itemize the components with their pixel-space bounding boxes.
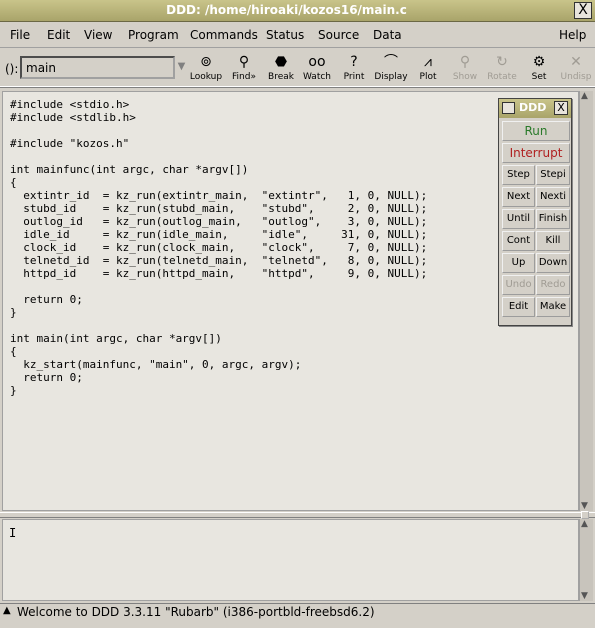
text-cursor: I (9, 526, 17, 540)
menu-view[interactable]: View (84, 28, 112, 42)
undo-button[interactable]: Undo (502, 275, 535, 295)
question-icon: ? (350, 54, 358, 70)
step-button[interactable]: Step (502, 165, 535, 185)
console-scrollbar[interactable]: ▲ ▼ (579, 519, 593, 601)
watch-button[interactable]: oo Watch (298, 52, 336, 84)
up-button[interactable]: Up (502, 253, 535, 273)
menu-status[interactable]: Status (266, 28, 304, 42)
tool-bar: (): main ▼ ⊚ Lookup ⚲ Find» ⬣ Break oo W… (0, 49, 595, 87)
argument-field[interactable]: main (20, 56, 175, 79)
title-bar: DDD: /home/hiroaki/kozos16/main.c X (0, 0, 595, 22)
stop-sign-icon: ⬣ (274, 54, 288, 70)
menu-edit[interactable]: Edit (47, 28, 70, 42)
command-tool: DDD X Run Interrupt Step Stepi Next Next… (498, 98, 572, 326)
set-button[interactable]: ⚙ Set (520, 52, 558, 84)
status-message: Welcome to DDD 3.3.11 "Rubarb" (i386-por… (17, 605, 375, 619)
rotate-icon: ↻ (496, 54, 508, 70)
lookup-icon: ⊚ (200, 54, 212, 70)
stepi-button[interactable]: Stepi (536, 165, 570, 185)
scroll-up-icon[interactable]: ▲ (581, 91, 588, 101)
argument-label: (): (5, 62, 19, 76)
source-scrollbar[interactable]: ▲ ▼ (579, 91, 593, 511)
pane-divider[interactable] (0, 511, 595, 519)
command-tool-close-button[interactable]: X (554, 101, 568, 115)
source-code[interactable]: #include <stdio.h> #include <stdlib.h> #… (10, 98, 427, 397)
display-button[interactable]: ⌒ Display (372, 52, 410, 84)
debugger-console[interactable]: I (2, 519, 579, 601)
redo-button[interactable]: Redo (536, 275, 570, 295)
find-button[interactable]: ⚲ Find» (225, 52, 263, 84)
menu-data[interactable]: Data (373, 28, 402, 42)
command-tool-title: DDD (519, 101, 547, 114)
eyes-icon: oo (308, 54, 326, 70)
interrupt-button[interactable]: Interrupt (502, 143, 570, 163)
status-bar: ▲ Welcome to DDD 3.3.11 "Rubarb" (i386-p… (0, 603, 595, 621)
plot-icon: ⩘ (424, 54, 432, 70)
scroll-up-icon[interactable]: ▲ (581, 519, 588, 529)
show-button[interactable]: ⚲ Show (446, 52, 484, 84)
source-window[interactable]: #include <stdio.h> #include <stdlib.h> #… (2, 91, 579, 511)
display-icon: ⌒ (384, 54, 398, 70)
menu-program[interactable]: Program (128, 28, 179, 42)
break-button[interactable]: ⬣ Break (262, 52, 300, 84)
magnifier-icon: ⚲ (459, 54, 471, 70)
nexti-button[interactable]: Nexti (536, 187, 570, 207)
pane-resize-handle[interactable] (581, 511, 589, 519)
command-tool-title-bar[interactable]: DDD X (499, 99, 571, 118)
lookup-button[interactable]: ⊚ Lookup (187, 52, 225, 84)
make-button[interactable]: Make (536, 297, 570, 317)
menu-bar: File Edit View Program Commands Status S… (0, 23, 595, 48)
finish-button[interactable]: Finish (536, 209, 570, 229)
down-button[interactable]: Down (536, 253, 570, 273)
cont-button[interactable]: Cont (502, 231, 535, 251)
next-button[interactable]: Next (502, 187, 535, 207)
edit-button[interactable]: Edit (502, 297, 535, 317)
status-history-icon[interactable]: ▲ (3, 605, 11, 616)
binoculars-icon: ⚲ (238, 54, 250, 70)
menu-commands[interactable]: Commands (190, 28, 258, 42)
until-button[interactable]: Until (502, 209, 535, 229)
window-title: DDD: /home/hiroaki/kozos16/main.c (166, 3, 407, 17)
run-button[interactable]: Run (502, 121, 570, 141)
menu-help[interactable]: Help (559, 28, 586, 42)
plot-button[interactable]: ⩘ Plot (409, 52, 447, 84)
set-icon: ⚙ (532, 54, 546, 70)
undisplay-icon: ✕ (570, 54, 582, 70)
print-button[interactable]: ? Print (335, 52, 373, 84)
scroll-down-icon[interactable]: ▼ (581, 591, 588, 601)
rotate-button[interactable]: ↻ Rotate (483, 52, 521, 84)
kill-button[interactable]: Kill (536, 231, 570, 251)
menu-file[interactable]: File (10, 28, 30, 42)
menu-source[interactable]: Source (318, 28, 359, 42)
close-button[interactable]: X (574, 2, 592, 19)
scroll-down-icon[interactable]: ▼ (581, 501, 588, 511)
window-menu-icon[interactable] (502, 102, 515, 114)
undisplay-button[interactable]: ✕ Undisp (557, 52, 595, 84)
